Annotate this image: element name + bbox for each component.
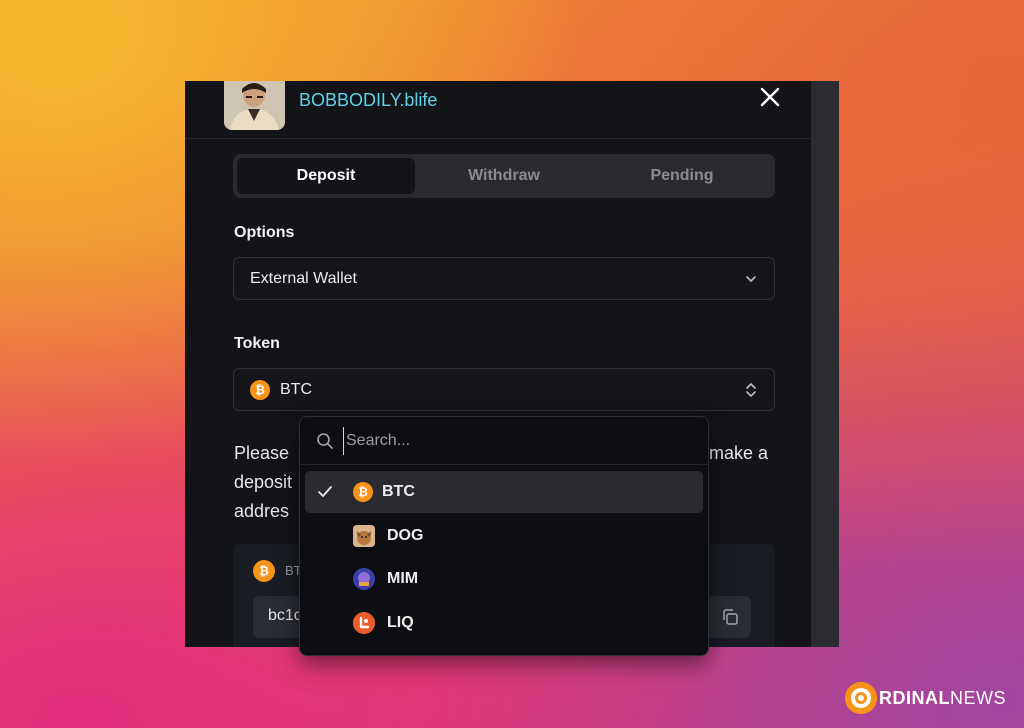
btc-icon: ₿ xyxy=(250,379,270,400)
instructions-line1-start: Please xyxy=(234,443,290,463)
mim-icon xyxy=(353,568,375,590)
token-option-dog[interactable]: DOG xyxy=(305,515,703,557)
btc-icon: ₿ xyxy=(353,482,373,502)
ordinal-news-logo: RDINALNEWS xyxy=(845,681,1006,715)
chevron-down-icon xyxy=(746,275,756,282)
close-button[interactable] xyxy=(758,85,782,109)
token-search-row xyxy=(300,417,708,465)
ordinal-news-wordmark: RDINALNEWS xyxy=(879,688,1006,709)
username: BOBBODILY.blife xyxy=(299,90,438,110)
ordinal-news-logo-mark xyxy=(845,682,877,714)
options-label: Options xyxy=(234,224,295,241)
wordmark-suffix: NEWS xyxy=(950,687,1006,708)
token-option-mim[interactable]: MIM xyxy=(305,558,703,600)
instructions-line1-end: make a xyxy=(709,443,769,463)
copy-icon xyxy=(722,609,738,625)
close-icon xyxy=(760,87,780,107)
avatar-image xyxy=(224,81,285,130)
options-select[interactable]: External Wallet xyxy=(233,257,775,300)
options-value: External Wallet xyxy=(250,269,357,287)
token-option-btc[interactable]: ₿ BTC xyxy=(305,471,703,513)
token-option-liq[interactable]: LIQ xyxy=(305,602,703,644)
avatar xyxy=(224,81,285,130)
tab-withdraw[interactable]: Withdraw xyxy=(415,158,593,194)
token-label: Token xyxy=(234,335,280,352)
token-option-label: DOG xyxy=(387,527,424,544)
tab-pending[interactable]: Pending xyxy=(593,158,771,194)
token-option-label: MIM xyxy=(387,570,419,587)
btc-icon: ₿ xyxy=(253,560,275,582)
search-icon xyxy=(316,432,334,455)
panel-scrollbar[interactable] xyxy=(811,81,839,647)
deposit-address-text: bc1c xyxy=(268,607,302,624)
chevron-up-down-icon xyxy=(746,382,756,397)
liq-icon xyxy=(353,612,375,634)
token-value: BTC xyxy=(280,380,312,398)
check-icon xyxy=(317,484,333,505)
tab-deposit[interactable]: Deposit xyxy=(237,158,415,194)
tab-bar: Deposit Withdraw Pending xyxy=(233,154,775,198)
token-option-label: BTC xyxy=(382,483,415,500)
token-dropdown: ₿ BTC DOG MIM xyxy=(299,416,709,656)
panel-header: BOBBODILY.blife xyxy=(185,81,811,139)
copy-address-button[interactable] xyxy=(708,596,751,638)
token-select[interactable]: ₿ BTC xyxy=(233,368,775,411)
token-search-input[interactable] xyxy=(343,427,693,455)
dog-icon xyxy=(353,525,375,547)
wordmark-main: RDINAL xyxy=(879,687,950,708)
token-option-label: LIQ xyxy=(387,614,414,631)
